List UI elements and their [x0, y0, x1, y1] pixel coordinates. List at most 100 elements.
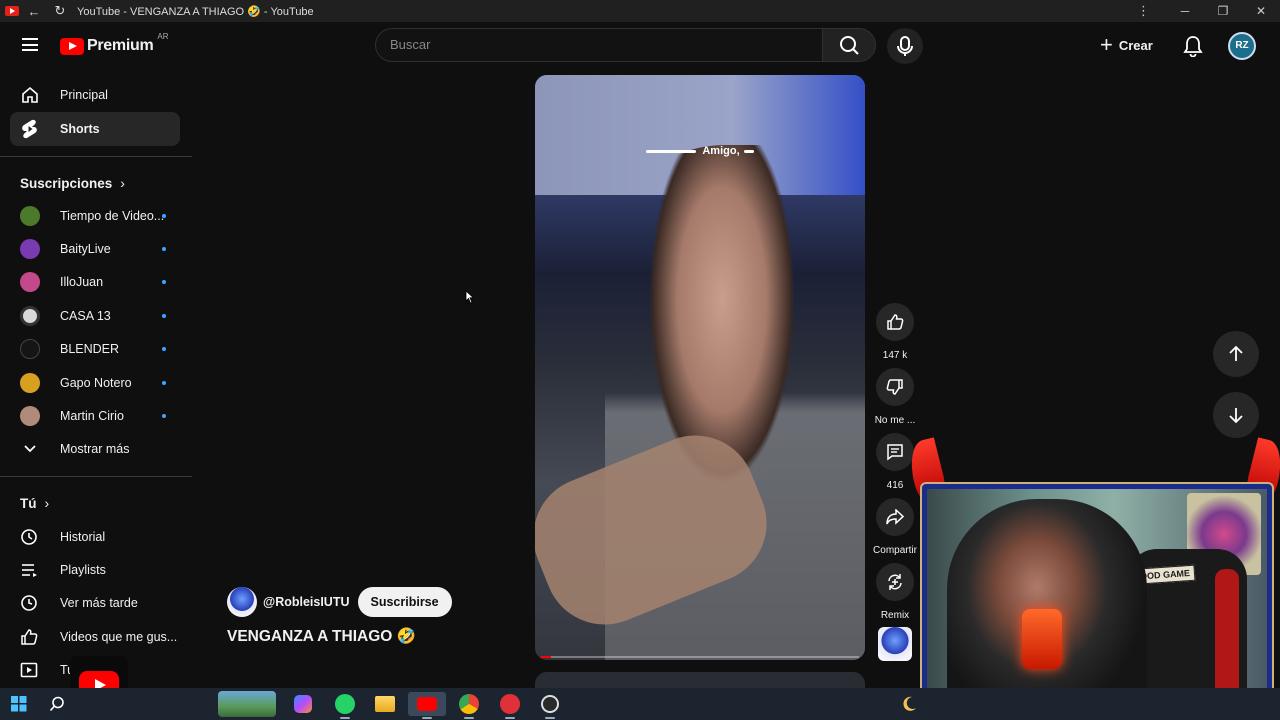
new-content-dot	[162, 280, 166, 284]
sidebar-item-label: Historial	[60, 530, 106, 544]
thumbs-down-icon	[886, 379, 903, 395]
previous-short-button[interactable]	[1213, 331, 1259, 377]
remix-icon	[888, 574, 902, 590]
new-content-dot	[162, 214, 166, 218]
chevron-right-icon: ›	[44, 495, 50, 511]
sidebar-item-label: Ver más tarde	[60, 596, 138, 610]
browser-menu-button[interactable]: ⋮	[1137, 0, 1150, 22]
taskbar-file-explorer-button[interactable]	[372, 692, 398, 716]
subscription-item[interactable]: Tiempo de Video...	[10, 201, 180, 231]
shorts-icon	[20, 119, 40, 139]
windows-logo-icon	[11, 696, 27, 712]
sidebar-item-home[interactable]: Principal	[10, 78, 180, 112]
you-heading-label: Tú	[20, 495, 37, 511]
like-button[interactable]	[876, 303, 914, 341]
show-more-button[interactable]: Mostrar más	[10, 434, 180, 464]
plus-icon: +	[1100, 32, 1113, 57]
taskbar-app-button[interactable]	[497, 692, 523, 719]
sidebar-item-liked-videos[interactable]: Videos que me gus...	[10, 622, 180, 652]
voice-search-button[interactable]	[887, 28, 923, 64]
dislike-button[interactable]	[876, 368, 914, 406]
show-more-label: Mostrar más	[60, 442, 130, 456]
webcam-frame: GOOD GAME	[920, 482, 1274, 714]
taskbar-youtube-button[interactable]	[408, 692, 446, 719]
next-short-preview[interactable]	[535, 672, 865, 688]
windows-taskbar	[0, 688, 1280, 720]
running-indicator	[505, 717, 515, 719]
taskbar-widgets-button[interactable]	[216, 691, 278, 717]
youtube-icon	[417, 697, 437, 711]
create-label: Crear	[1118, 37, 1153, 53]
minimize-button[interactable]: ─	[1166, 0, 1204, 22]
sidebar-item-playlists[interactable]: Playlists	[10, 555, 180, 585]
subscription-item[interactable]: Martin Cirio	[10, 401, 180, 431]
comments-button[interactable]	[876, 433, 914, 471]
menu-icon[interactable]	[22, 38, 38, 51]
reload-button[interactable]: ↻	[49, 3, 71, 19]
sidebar-item-shorts[interactable]: Shorts	[10, 112, 180, 146]
comment-icon	[887, 444, 903, 461]
taskbar-chrome-button[interactable]	[456, 692, 482, 719]
taskbar-copilot-button[interactable]	[290, 692, 316, 716]
share-button[interactable]	[876, 498, 914, 536]
your-videos-icon	[20, 662, 40, 678]
subscription-item[interactable]: IlloJuan	[10, 267, 180, 297]
channel-avatar	[20, 239, 40, 259]
running-indicator	[545, 717, 555, 719]
taskbar-obs-button[interactable]	[537, 692, 563, 719]
close-button[interactable]: ✕	[1242, 0, 1280, 22]
browser-titlebar: ← ↻ YouTube - VENGANZA A THIAGO 🤣 - YouT…	[0, 0, 1280, 22]
subscription-item[interactable]: BaityLive	[10, 234, 180, 264]
short-title: VENGANZA A THIAGO 🤣	[227, 628, 416, 645]
search-input[interactable]: Buscar	[375, 28, 823, 62]
running-indicator	[464, 717, 474, 719]
sidebar: Principal Shorts Suscripciones › Tiempo …	[0, 70, 192, 688]
sidebar-item-watch-later[interactable]: Ver más tarde	[10, 588, 180, 618]
short-channel-row: @RobleisIUTU Suscribirse	[227, 587, 452, 617]
create-button[interactable]: + Crear	[1100, 32, 1153, 57]
thumbs-up-icon	[20, 628, 40, 646]
subscriptions-heading-label: Suscripciones	[20, 175, 113, 191]
taskbar-search-button[interactable]	[44, 692, 70, 716]
dislike-label: No me ...	[874, 415, 916, 426]
subscriptions-heading[interactable]: Suscripciones ›	[20, 175, 125, 191]
taskbar-whatsapp-button[interactable]	[332, 692, 358, 719]
subscription-item[interactable]: BLENDER	[10, 334, 180, 364]
youtube-play-icon	[60, 37, 84, 55]
account-avatar[interactable]: RZ	[1228, 32, 1256, 60]
moon-icon	[903, 696, 916, 711]
start-button[interactable]	[6, 692, 32, 716]
next-short-button[interactable]	[1213, 392, 1259, 438]
subscription-item[interactable]: Gapo Notero	[10, 368, 180, 398]
sidebar-item-history[interactable]: Historial	[10, 522, 180, 552]
remix-button[interactable]	[876, 563, 914, 601]
subscribe-button[interactable]: Suscribirse	[357, 587, 452, 617]
share-icon	[886, 509, 904, 525]
video-progress-bar[interactable]	[541, 656, 859, 658]
notifications-button[interactable]	[1183, 35, 1203, 62]
channel-name[interactable]: @RobleisIUTU	[263, 595, 350, 609]
short-video-player[interactable]: Amigo,	[535, 75, 865, 660]
thumbs-up-icon	[887, 314, 904, 330]
running-indicator	[340, 717, 350, 719]
video-caption: Amigo,	[535, 145, 865, 157]
whatsapp-icon	[335, 694, 355, 714]
search-icon	[840, 36, 859, 55]
youtube-premium-logo[interactable]: Premium AR	[60, 32, 169, 55]
webcam-microphone	[1022, 609, 1062, 669]
chevron-down-icon	[20, 444, 40, 454]
bell-icon	[1183, 36, 1203, 58]
sound-source-thumbnail[interactable]	[878, 627, 912, 661]
sidebar-item-label: Shorts	[60, 122, 100, 136]
app-icon	[500, 694, 520, 714]
taskbar-weather-button[interactable]	[896, 692, 922, 716]
channel-avatar	[20, 272, 40, 292]
search-button[interactable]	[822, 28, 876, 62]
restore-button[interactable]: ❐	[1204, 0, 1242, 22]
sidebar-item-label: Videos que me gus...	[60, 630, 178, 644]
new-content-dot	[162, 247, 166, 251]
you-heading[interactable]: Tú ›	[20, 495, 49, 511]
back-button[interactable]: ←	[23, 4, 45, 19]
subscription-item[interactable]: CASA 13	[10, 301, 180, 331]
channel-avatar[interactable]	[227, 587, 257, 617]
